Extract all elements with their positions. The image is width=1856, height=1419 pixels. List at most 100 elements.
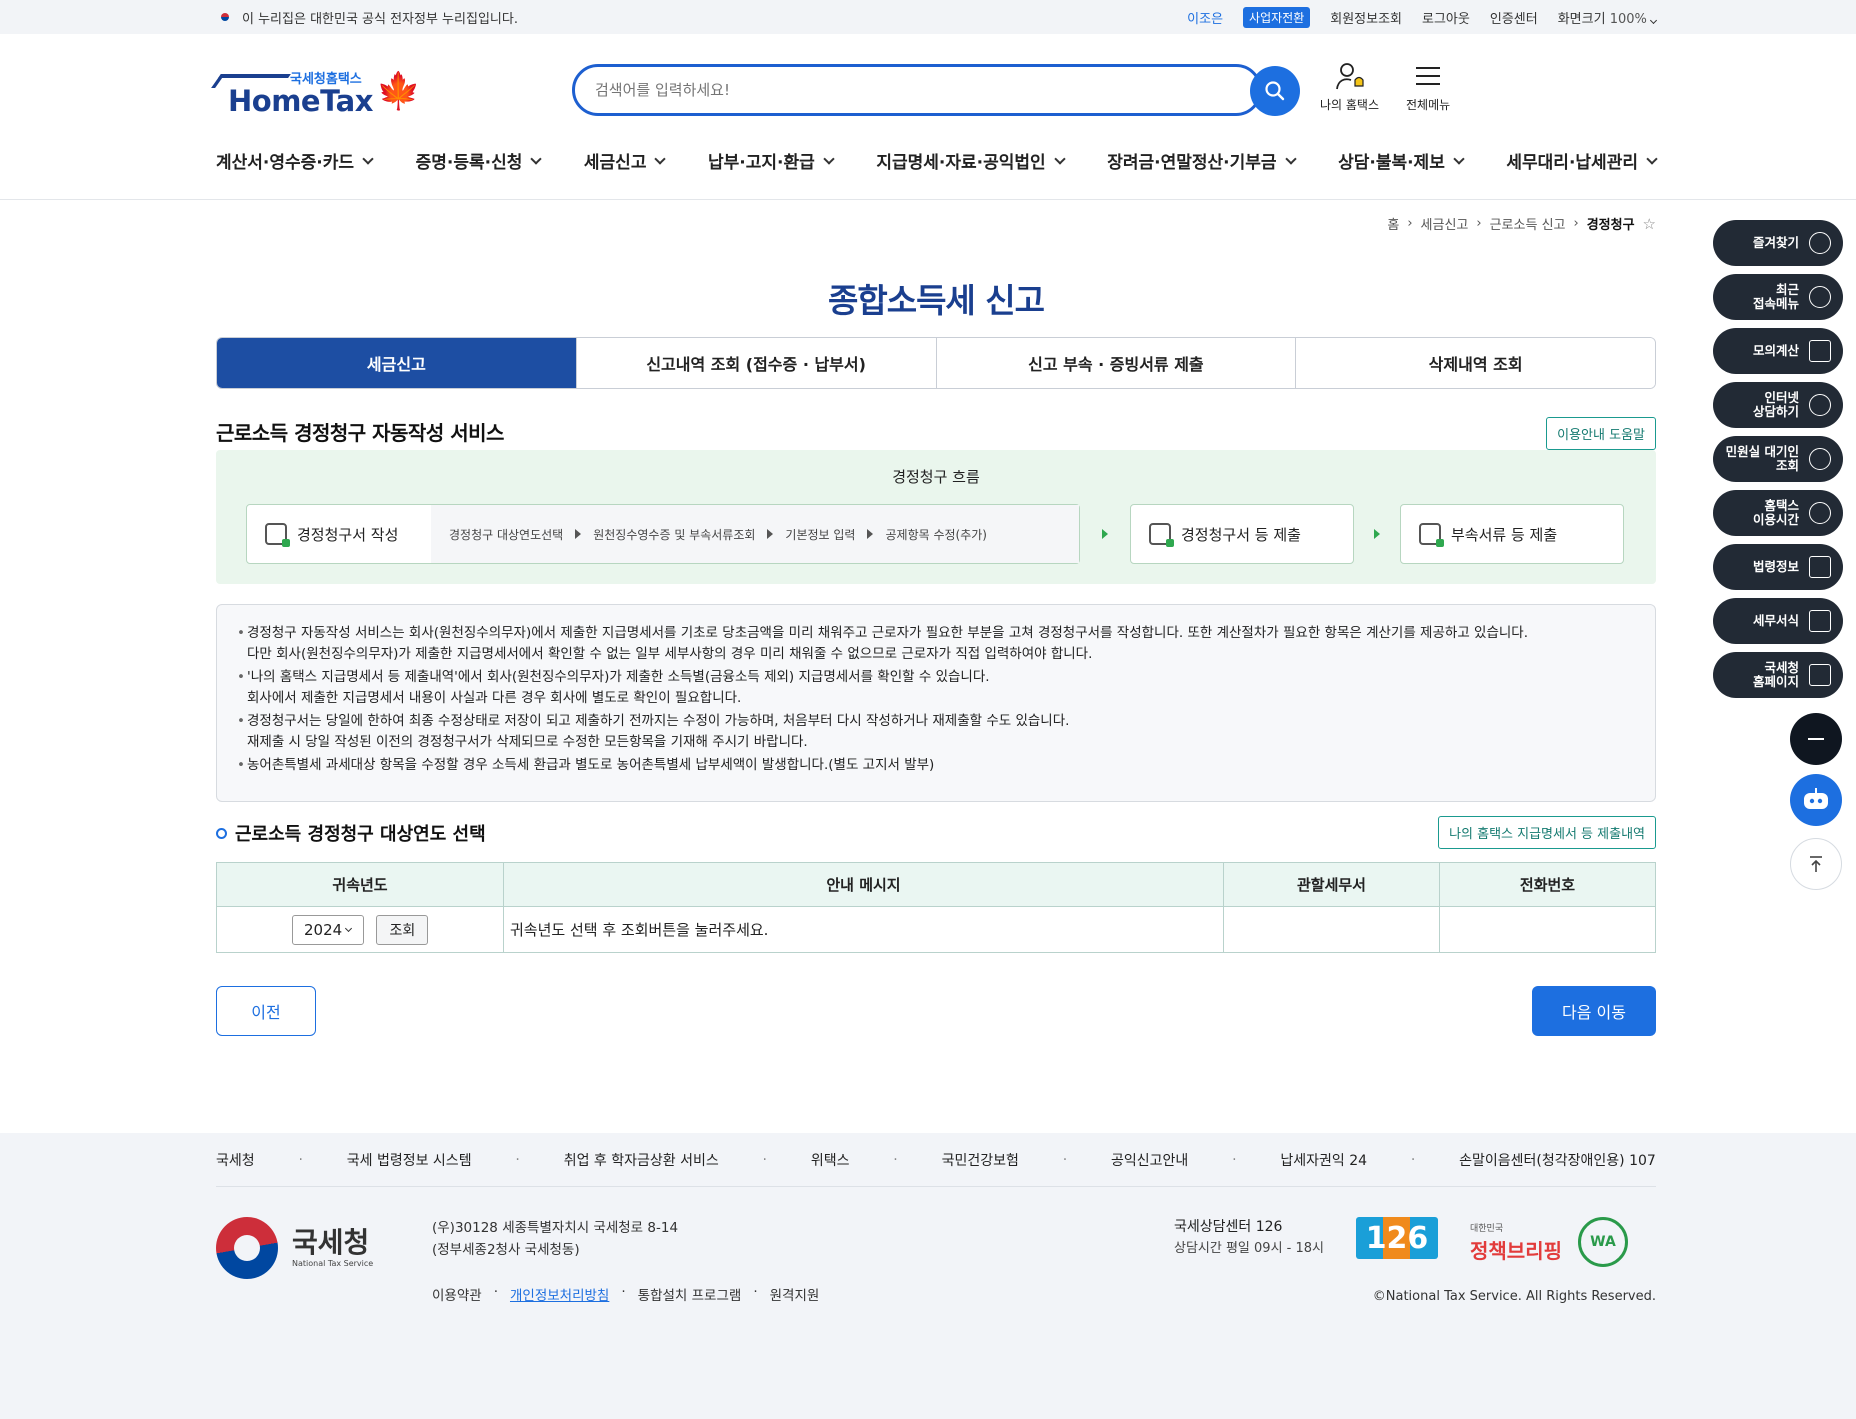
quick-tax-forms[interactable]: 세무서식	[1713, 598, 1843, 644]
all-menu-button[interactable]: 전체메뉴	[1406, 62, 1450, 113]
gnb-item-statement[interactable]: 지급명세·자료·공익법인	[876, 148, 1066, 173]
hamburger-icon	[1416, 67, 1441, 85]
footer-address: (우)30128 세종특별자치시 국세청로 8-14 (정부세종2청사 국세청동…	[432, 1220, 679, 1258]
notice-box: 경정청구 자동작성 서비스는 회사(원천징수의무자)에서 제출한 지급명세서를 …	[216, 604, 1656, 802]
tab-deleted-history[interactable]: 삭제내역 조회	[1296, 338, 1655, 388]
logout-link[interactable]: 로그아웃	[1422, 8, 1470, 27]
col-message: 안내 메시지	[503, 862, 1224, 907]
business-switch-button[interactable]: 사업자전환	[1243, 6, 1311, 28]
gnb-item-invoice[interactable]: 계산서·영수증·카드	[216, 148, 374, 173]
gnb-item-incentive[interactable]: 장려금·연말정산·기부금	[1107, 148, 1297, 173]
calculator-icon	[1809, 340, 1831, 362]
breadcrumb-tax-return[interactable]: 세금신고	[1421, 214, 1469, 233]
policy-briefing-logo[interactable]: 대한민국 정책브리핑	[1470, 1221, 1562, 1264]
scales-icon	[1809, 556, 1831, 578]
guide-message: 귀속년도 선택 후 조회버튼을 눌러주세요.	[503, 906, 1224, 953]
install-link[interactable]: 통합설치 프로그램	[638, 1284, 742, 1304]
footer-link[interactable]: 공익신고안내	[1111, 1150, 1188, 1170]
footer-link[interactable]: 위택스	[811, 1150, 850, 1170]
tab-attachment-submit[interactable]: 신고 부속 · 증빙서류 제출	[936, 338, 1297, 388]
quick-service-hours[interactable]: 홈택스 이용시간	[1713, 490, 1843, 536]
quick-simulation[interactable]: 모의계산	[1713, 328, 1843, 374]
flow-title: 경정청구 흐름	[892, 468, 980, 486]
main-content: 홈 › 세금신고 › 근로소득 신고 › 경정청구 ☆ 종합소득세 신고 세금신고 신…	[216, 200, 1656, 1130]
star-icon	[1809, 232, 1831, 254]
query-button[interactable]: 조회	[376, 914, 429, 945]
footer-bottom-links: 이용약관 · 개인정보처리방침 · 통합설치 프로그램 · 원격지원	[432, 1284, 820, 1304]
terms-link[interactable]: 이용약관	[432, 1284, 482, 1304]
badge-126[interactable]: 126	[1356, 1217, 1438, 1259]
scroll-top-button[interactable]	[1790, 838, 1842, 890]
gnb-item-consult[interactable]: 상담·불복·제보	[1338, 148, 1465, 173]
chevron-down-icon	[1646, 152, 1658, 165]
notice-item: 농어촌특별세 과세대상 항목을 수정할 경우 소득세 환급과 별도로 농어촌특별…	[237, 755, 1635, 776]
quick-menu: 즐겨찾기 최근 접속메뉴 모의계산 인터넷 상담하기 민원실 대기인 조회 홈택…	[1713, 220, 1843, 706]
quick-online-consult[interactable]: 인터넷 상담하기	[1713, 382, 1843, 428]
privacy-link[interactable]: 개인정보처리방침	[510, 1284, 609, 1304]
quick-waiting-lookup[interactable]: 민원실 대기인 조회	[1713, 436, 1843, 482]
arrow-right-icon	[575, 529, 582, 539]
notice-item: 경정청구 자동작성 서비스는 회사(원천징수의무자)에서 제출한 지급명세서를 …	[237, 623, 1635, 644]
help-guide-button[interactable]: 이용안내 도움말	[1546, 417, 1656, 450]
tab-tax-return[interactable]: 세금신고	[217, 338, 577, 388]
col-tax-office: 관할세무서	[1223, 862, 1440, 907]
year-select[interactable]: 2024	[291, 914, 364, 945]
gov-notice: 이 누리집은 대한민국 공식 전자정부 누리집입니다.	[242, 11, 518, 27]
chatbot-button[interactable]	[1790, 774, 1842, 826]
notice-item: 회사에서 제출한 지급명세서 내용이 사실과 다른 경우 회사에 별도로 확인이…	[247, 690, 742, 706]
headset-icon	[1809, 394, 1831, 416]
taegeuk-icon	[216, 1217, 278, 1279]
quick-recent-menu[interactable]: 최근 접속메뉴	[1713, 274, 1843, 320]
user-name-link[interactable]: 이조은	[1187, 8, 1223, 27]
phone-cell	[1439, 906, 1656, 953]
search-box	[572, 64, 1262, 116]
flow-step-attachment: 부속서류 등 제출	[1400, 504, 1624, 564]
gnb-item-agent[interactable]: 세무대리·납세관리	[1506, 148, 1658, 173]
quick-nts-homepage[interactable]: 국세청 홈페이지	[1713, 652, 1843, 698]
member-info-link[interactable]: 회원정보조회	[1330, 8, 1402, 27]
tax-office-cell	[1223, 906, 1440, 953]
document-edit-icon	[1809, 610, 1831, 632]
collapse-quick-button[interactable]	[1790, 713, 1842, 765]
autumn-leaf-icon: 🍁	[376, 71, 421, 112]
arrow-right-icon	[1102, 529, 1108, 539]
tab-return-history[interactable]: 신고내역 조회 (접수증 · 납부서)	[576, 338, 937, 388]
flow-step-submit: 경정청구서 등 제출	[1130, 504, 1354, 564]
breadcrumb-home[interactable]: 홈	[1387, 214, 1399, 233]
quick-law-info[interactable]: 법령정보	[1713, 544, 1843, 590]
gov-bar: 이 누리집은 대한민국 공식 전자정부 누리집입니다. 이조은 사업자전환 회원…	[0, 0, 1856, 34]
gnb-item-certificate[interactable]: 증명·등록·신청	[416, 148, 543, 173]
breadcrumb-earned-income[interactable]: 근로소득 신고	[1490, 214, 1566, 233]
footer-link[interactable]: 손말이음센터(청각장애인용) 107	[1459, 1150, 1656, 1170]
zoom-control[interactable]: 화면크기 100%	[1558, 8, 1658, 27]
chevron-down-icon	[1284, 152, 1297, 165]
col-phone: 전화번호	[1439, 862, 1656, 907]
footer-link[interactable]: 국세 법령정보 시스템	[347, 1150, 472, 1170]
chevron-down-icon	[654, 152, 667, 165]
global-nav: 계산서·영수증·카드 증명·등록·신청 세금신고 납부·고지·환급 지급명세·자…	[216, 148, 1658, 173]
remote-support-link[interactable]: 원격지원	[770, 1284, 820, 1304]
chevron-down-icon	[345, 924, 353, 932]
quick-favorites[interactable]: 즐겨찾기	[1713, 220, 1843, 266]
search-input[interactable]	[595, 81, 1155, 99]
arrow-right-icon	[767, 529, 774, 539]
my-hometax-button[interactable]: 나의 홈택스	[1320, 62, 1379, 113]
footer-link[interactable]: 취업 후 학자금상환 서비스	[564, 1150, 719, 1170]
footer-links: 국세청 · 국세 법령정보 시스템 · 취업 후 학자금상환 서비스 · 위택스 · 국…	[216, 1133, 1656, 1187]
clock-icon	[1809, 286, 1831, 308]
hometax-logo[interactable]: 국세청홈택스 HomeTax 🍁	[211, 66, 426, 122]
footer-link[interactable]: 납세자권익 24	[1280, 1150, 1367, 1170]
gnb-item-payment[interactable]: 납부·고지·환급	[708, 148, 835, 173]
prev-button[interactable]: 이전	[216, 986, 316, 1036]
statement-history-button[interactable]: 나의 홈택스 지급명세서 등 제출내역	[1438, 816, 1656, 849]
footer-link[interactable]: 국세청	[216, 1150, 255, 1170]
copyright: ©National Tax Service. All Rights Reserv…	[1372, 1289, 1656, 1304]
chevron-down-icon	[1053, 152, 1066, 165]
next-button[interactable]: 다음 이동	[1532, 986, 1656, 1036]
star-icon[interactable]: ☆	[1643, 215, 1656, 233]
auth-center-link[interactable]: 인증센터	[1490, 8, 1538, 27]
footer-link[interactable]: 국민건강보험	[942, 1150, 1019, 1170]
gnb-item-tax-return[interactable]: 세금신고	[584, 148, 667, 173]
page-title: 종합소득세 신고	[827, 281, 1045, 320]
search-button[interactable]	[1250, 66, 1300, 116]
